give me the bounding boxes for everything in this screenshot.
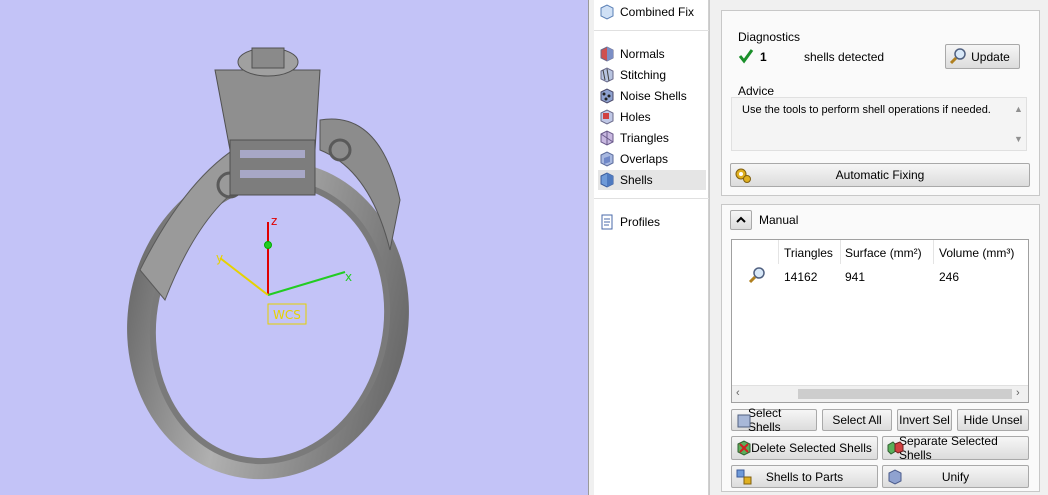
- table-horizontal-scrollbar[interactable]: ‹ ›: [732, 385, 1028, 402]
- unify-label: Unify: [941, 469, 970, 484]
- holes-icon: [600, 109, 614, 125]
- tree-item-label: Stitching: [620, 68, 667, 82]
- automatic-fixing-button[interactable]: Automatic Fixing: [730, 163, 1030, 187]
- hide-unselected-button[interactable]: Hide Unsel: [957, 409, 1029, 431]
- profiles-icon: [601, 214, 613, 230]
- tree-item-shells[interactable]: Shells: [598, 170, 706, 190]
- 3d-viewport[interactable]: z x y WCS: [0, 0, 588, 495]
- tree-item-label: Triangles: [620, 131, 669, 145]
- delete-shells-icon: [737, 440, 751, 456]
- shells-table[interactable]: Triangles Surface (mm²) Volume (mm³) 141…: [731, 239, 1029, 403]
- hide-unsel-label: Hide Unsel: [963, 413, 1023, 427]
- gears-icon: [735, 168, 751, 183]
- automatic-fixing-label: Automatic Fixing: [835, 168, 925, 182]
- select-all-label: Select All: [832, 413, 882, 427]
- advice-scrollbar[interactable]: ▲ ▼: [1010, 98, 1026, 150]
- diagnostics-status: shells detected: [804, 50, 885, 64]
- tree-item-normals[interactable]: Normals: [598, 44, 706, 64]
- tree-item-label: Shells: [620, 173, 653, 187]
- advice-text: Use the tools to perform shell operation…: [742, 104, 991, 116]
- zoom-to-shell-icon[interactable]: [748, 266, 766, 284]
- overlaps-icon: [600, 151, 614, 167]
- magnifier-icon: [949, 48, 966, 65]
- checkmark-icon: [738, 49, 754, 64]
- tree-item-label: Noise Shells: [620, 89, 687, 103]
- unify-button[interactable]: Unify: [882, 465, 1029, 488]
- select-all-button[interactable]: Select All: [822, 409, 892, 431]
- tree-item-holes[interactable]: Holes: [598, 107, 706, 127]
- manual-title: Manual: [759, 213, 799, 227]
- tree-item-overlaps[interactable]: Overlaps: [598, 149, 706, 169]
- stitching-icon: [600, 67, 614, 83]
- shells-to-parts-label: Shells to Parts: [765, 469, 844, 484]
- shells-icon: [600, 172, 614, 188]
- separate-selected-label: Separate Selected Shells: [899, 434, 998, 462]
- advice-title: Advice: [738, 84, 775, 98]
- chevron-up-icon: [736, 216, 746, 223]
- delete-selected-shells-button[interactable]: Delete Selected Shells: [731, 436, 878, 460]
- diagnostics-title: Diagnostics: [738, 30, 801, 44]
- delete-selected-label: Delete Selected Shells: [751, 441, 872, 455]
- tree-item-profiles[interactable]: Profiles: [598, 212, 706, 232]
- tree-item-label: Overlaps: [620, 152, 669, 166]
- tree-item-label: Holes: [620, 110, 651, 124]
- collapse-button[interactable]: [730, 210, 752, 230]
- ring-model: z x y WCS: [127, 47, 409, 480]
- separate-shells-icon: [887, 441, 904, 455]
- column-header-triangles[interactable]: Triangles: [784, 246, 833, 260]
- tree-item-noise-shells[interactable]: Noise Shells: [598, 86, 706, 106]
- cell-triangles: 14162: [784, 270, 818, 284]
- select-shells-button[interactable]: Select Shells: [731, 406, 817, 434]
- invert-sel-label: Invert Sel: [899, 413, 950, 427]
- shells-count: 1: [760, 50, 767, 64]
- table-row[interactable]: 14162 941 246: [732, 264, 1028, 286]
- tree-item-label: Combined Fix: [620, 5, 695, 19]
- tree-item-label: Normals: [620, 47, 665, 61]
- column-header-surface[interactable]: Surface (mm²): [845, 246, 922, 260]
- operations-tree: Combined Fix Normals Stitching Noise She…: [594, 0, 709, 495]
- cell-surface: 941: [845, 270, 866, 284]
- axis-y-label: y: [216, 251, 223, 265]
- tree-item-triangles[interactable]: Triangles: [598, 128, 706, 148]
- tree-item-stitching[interactable]: Stitching: [598, 65, 706, 85]
- tree-item-combined-fix[interactable]: Combined Fix: [598, 2, 706, 22]
- shells-to-parts-icon: [736, 469, 752, 485]
- noise-shells-icon: [600, 88, 614, 104]
- advice-text-box[interactable]: Use the tools to perform shell operation…: [731, 97, 1027, 151]
- triangles-icon: [600, 130, 614, 146]
- select-shells-icon: [737, 414, 751, 428]
- cell-volume: 246: [939, 270, 960, 284]
- update-button[interactable]: Update: [945, 44, 1020, 69]
- invert-selection-button[interactable]: Invert Sel: [897, 409, 952, 431]
- column-header-volume[interactable]: Volume (mm³): [939, 246, 1014, 260]
- shells-to-parts-button[interactable]: Shells to Parts: [731, 465, 878, 488]
- axis-x-label: x: [345, 270, 352, 284]
- unify-icon: [888, 469, 902, 485]
- tree-item-label: Profiles: [620, 215, 661, 229]
- combined-fix-icon: [600, 4, 614, 20]
- normals-icon: [600, 46, 614, 62]
- scrollbar-thumb[interactable]: [798, 389, 1012, 399]
- wcs-label: WCS: [273, 308, 301, 322]
- axis-z-label: z: [271, 214, 277, 228]
- separate-selected-shells-button[interactable]: Separate Selected Shells: [882, 434, 1029, 462]
